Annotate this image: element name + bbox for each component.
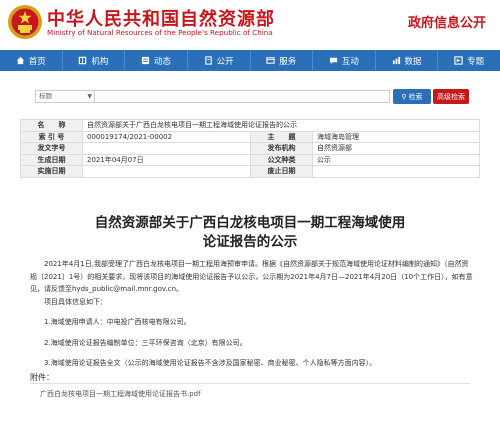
nav-item-interact[interactable]: 互动 (313, 50, 376, 71)
meta-label: 发布机构 (250, 142, 313, 155)
divider (30, 383, 470, 384)
article-body: 2021年4月1日,我部受理了广西白龙核电项目一期工程用海预审申请。根据《自然资… (30, 258, 475, 370)
table-row: 生成日期 2021年04月07日 公文种类 公示 (20, 153, 480, 166)
attachment-label: 附件： (30, 373, 54, 382)
doc-icon (204, 56, 212, 65)
search-button[interactable]: ⚲ 检索 (393, 89, 431, 104)
advanced-search-button[interactable]: 高级检索 (433, 89, 469, 104)
nav-label: 数据 (404, 56, 422, 67)
data-icon (392, 56, 400, 65)
meta-value (82, 142, 251, 155)
list-item: 2.海域使用论证报告编制单位：三平环保咨询（北京）有限公司。 (44, 338, 247, 347)
meta-value: 自然资源部关于广西白龙核电项目一期工程海域使用论证报告的公示 (82, 119, 480, 132)
nav-item-service[interactable]: 服务 (251, 50, 314, 71)
meta-value: 海域海岛管理 (312, 130, 480, 143)
list-item: 3.海域使用论证报告全文（公示的海域使用论证报告不含涉及国家秘密、商业秘密、个人… (44, 359, 377, 367)
search-icon: ⚲ (401, 92, 407, 101)
home-icon (16, 56, 24, 65)
meta-label: 公文种类 (250, 153, 313, 166)
nav-item-public[interactable]: 公开 (188, 50, 251, 71)
table-row: 名 称 自然资源部关于广西白龙核电项目一期工程海域使用论证报告的公示 (20, 119, 480, 132)
article-title-line: 自然资源部关于广西白龙核电项目一期工程海域使用 (94, 215, 406, 231)
table-row: 实施日期 废止日期 (20, 165, 480, 178)
document-meta-table: 名 称 自然资源部关于广西白龙核电项目一期工程海域使用论证报告的公示 索 引 号… (20, 119, 480, 178)
search-bar: 标题 ▼ ⚲ 检索 高级检索 (20, 86, 480, 106)
meta-label: 名 称 (20, 119, 83, 132)
meta-label: 主 题 (250, 130, 313, 143)
nav-item-data[interactable]: 数据 (376, 50, 439, 71)
meta-value: 000019174/2021-00002 (82, 130, 251, 143)
gov-info-title[interactable]: 政府信息公开 (408, 12, 486, 31)
article-paragraph: 项目具体信息如下： (44, 297, 107, 306)
article-paragraph: 2021年4月1日,我部受理了广西白龙核电项目一期工程用海预审申请。根据《自然资… (30, 260, 473, 293)
nav-label: 服务 (279, 56, 297, 67)
table-row: 索 引 号 000019174/2021-00002 主 题 海域海岛管理 (20, 130, 480, 143)
nav-item-org[interactable]: 机构 (63, 50, 126, 71)
meta-label: 索 引 号 (20, 130, 83, 143)
chevron-down-icon: ▼ (87, 93, 92, 100)
meta-value: 自然资源部 (312, 142, 480, 155)
nav-item-news[interactable]: 动态 (125, 50, 188, 71)
meta-value (312, 165, 480, 178)
meta-label: 实施日期 (20, 165, 83, 178)
article-title: 自然资源部关于广西白龙核电项目一期工程海域使用 论证报告的公示 (30, 214, 470, 252)
meta-label: 生成日期 (20, 153, 83, 166)
meta-label: 废止日期 (250, 165, 313, 178)
nav-label: 专题 (467, 56, 485, 67)
news-icon (141, 56, 150, 65)
attachment-link[interactable]: 广西白龙核电项目一期工程海域使用论证报告书.pdf (40, 389, 201, 399)
page: 中华人民共和国自然资源部 Ministry of Natural Resourc… (0, 0, 500, 423)
meta-value (82, 165, 251, 178)
nav-label: 机构 (91, 56, 109, 67)
nav-item-home[interactable]: 首页 (0, 50, 63, 71)
topic-icon (454, 56, 463, 65)
list-item: 1.海域使用申请人：中电投广西核电有限公司。 (44, 318, 191, 326)
search-field-select[interactable]: 标题 ▼ (35, 90, 95, 103)
nav-item-topic[interactable]: 专题 (438, 50, 500, 71)
nav-label: 公开 (216, 56, 234, 67)
meta-value: 公示 (312, 153, 480, 166)
nav-label: 互动 (341, 56, 359, 67)
main-nav: 首页 机构 动态 公开 服务 互动 数据 专题 (0, 50, 500, 71)
site-title-en: Ministry of Natural Resources of the Peo… (47, 28, 273, 37)
nav-label: 动态 (154, 56, 172, 67)
national-emblem-icon (8, 5, 42, 39)
search-select-value: 标题 (39, 92, 52, 100)
chat-icon (329, 57, 338, 65)
article-title-line: 论证报告的公示 (202, 234, 298, 250)
meta-value: 2021年04月07日 (82, 153, 251, 166)
nav-label: 首页 (28, 56, 46, 67)
table-row: 发文字号 发布机构 自然资源部 (20, 142, 480, 155)
site-header: 中华人民共和国自然资源部 Ministry of Natural Resourc… (0, 0, 500, 46)
org-icon (79, 56, 87, 65)
meta-label: 发文字号 (20, 142, 83, 155)
search-button-label: 检索 (408, 92, 423, 101)
service-icon (266, 57, 275, 64)
search-input[interactable] (95, 90, 390, 103)
